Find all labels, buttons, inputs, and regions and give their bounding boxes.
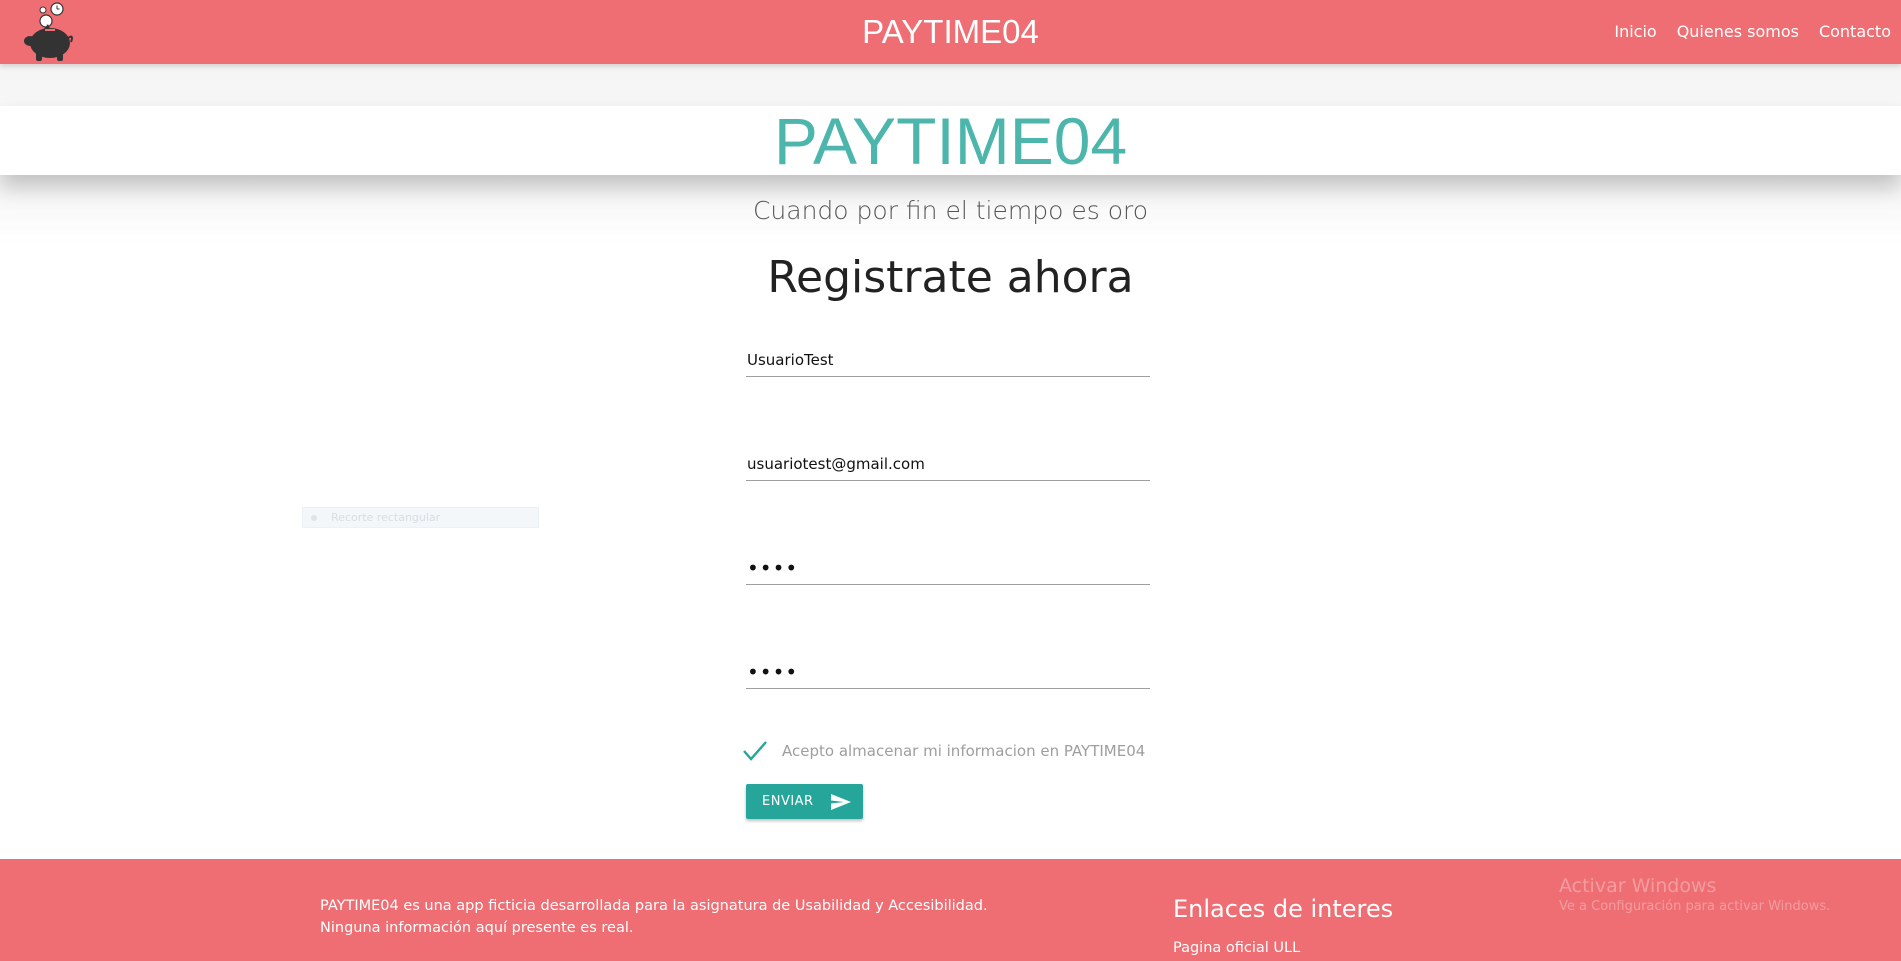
footer-links-heading: Enlaces de interes [1173, 895, 1394, 923]
footer-link-ull[interactable]: Pagina oficial ULL [1173, 940, 1300, 956]
footer-description-line2: Ninguna información aquí presente es rea… [320, 920, 634, 936]
overlay-dot-icon [311, 514, 317, 521]
watermark-subtitle: Ve a Configuración para activar Windows. [1559, 899, 1831, 914]
checkmark-icon[interactable] [740, 738, 770, 764]
submit-button[interactable]: ENVIAR [746, 784, 863, 819]
brand-title-text[interactable]: PAYTIME04 [862, 13, 1039, 50]
footer-description-line1: PAYTIME04 es una app ficticia desarrolla… [320, 898, 988, 914]
footer: PAYTIME04 es una app ficticia desarrolla… [0, 859, 1901, 961]
send-icon [830, 793, 851, 810]
snipping-overlay: Recorte rectangular [302, 507, 539, 528]
hero-title: PAYTIME04 [773, 104, 1128, 178]
hero-subtitle: Cuando por fin el tiempo es oro [752, 196, 1149, 225]
piggy-bank-clock-icon[interactable] [10, 0, 74, 62]
nav-links: Inicio Quienes somos Contacto [1604, 0, 1901, 64]
navbar: PAYTIME04 Inicio Quienes somos Contacto [0, 0, 1901, 64]
consent-checkbox[interactable]: Acepto almacenar mi informacion en PAYTI… [740, 738, 1145, 764]
form-title: Registrate ahora [767, 252, 1134, 303]
overlay-label: Recorte rectangular [331, 511, 441, 524]
footer-description: PAYTIME04 es una app ficticia desarrolla… [320, 895, 988, 939]
username-input[interactable] [746, 343, 1150, 377]
windows-activation-watermark: Activar Windows Ve a Configuración para … [1559, 875, 1830, 914]
password-confirm-input[interactable] [746, 655, 1150, 689]
email-input[interactable] [746, 447, 1150, 481]
submit-button-label: ENVIAR [762, 794, 814, 809]
watermark-title: Activar Windows [1559, 875, 1717, 897]
nav-link-quienes-somos[interactable]: Quienes somos [1667, 0, 1809, 64]
password-input[interactable] [746, 551, 1150, 585]
nav-link-contacto[interactable]: Contacto [1809, 0, 1901, 64]
hero-banner: PAYTIME04 [0, 104, 1901, 178]
consent-checkbox-label[interactable]: Acepto almacenar mi informacion en PAYTI… [782, 742, 1145, 760]
nav-link-inicio[interactable]: Inicio [1604, 0, 1666, 64]
